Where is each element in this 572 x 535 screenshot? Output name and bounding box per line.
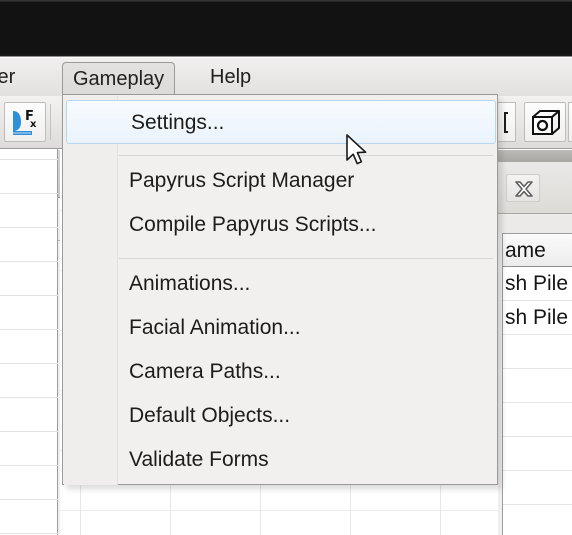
- fx-icon: F x: [10, 107, 42, 138]
- list-item[interactable]: [0, 160, 58, 194]
- menu-item-default-objects[interactable]: Default Objects...: [65, 394, 497, 438]
- list-item[interactable]: [0, 398, 58, 432]
- menubar-item-character[interactable]: cter: [0, 62, 25, 92]
- table-row[interactable]: [503, 403, 572, 437]
- menu-item-settings[interactable]: Settings...: [66, 100, 496, 144]
- list-item[interactable]: [0, 194, 58, 228]
- gameplay-dropdown-menu: Settings... Papyrus Script Manager Compi…: [62, 94, 498, 485]
- application-window: ile1 ile2 ame sh Pile s: [0, 0, 572, 535]
- menu-item-validate-forms[interactable]: Validate Forms: [65, 438, 497, 482]
- list-item[interactable]: [0, 262, 58, 296]
- menu-item-papyrus-script-manager[interactable]: Papyrus Script Manager: [65, 159, 497, 203]
- table-row[interactable]: sh Pile: [503, 301, 572, 335]
- bracket-icon: [504, 112, 508, 133]
- cube-icon: [530, 109, 562, 137]
- menu-item-animations[interactable]: Animations...: [65, 262, 497, 306]
- list-item[interactable]: [0, 466, 58, 500]
- menu-item-facial-animation[interactable]: Facial Animation...: [65, 306, 497, 350]
- render-window-button[interactable]: [524, 102, 566, 142]
- menubar-item-help[interactable]: Help: [200, 62, 261, 92]
- menu-separator: [119, 155, 493, 156]
- fx-button[interactable]: F x: [4, 102, 46, 142]
- right-panel: ame sh Pile sh Pile: [498, 150, 572, 535]
- menu-item-compile-papyrus-scripts[interactable]: Compile Papyrus Scripts...: [65, 203, 497, 247]
- table-row[interactable]: [503, 437, 572, 471]
- window-titlebar[interactable]: [0, 0, 572, 57]
- right-panel-tabarea: [498, 162, 572, 214]
- toolbar-button-partial-right[interactable]: [568, 102, 572, 142]
- table-row[interactable]: sh Pile: [503, 267, 572, 301]
- table-row[interactable]: [503, 471, 572, 505]
- table-row[interactable]: [503, 335, 572, 369]
- menu-separator: [119, 258, 493, 259]
- menu-item-camera-paths[interactable]: Camera Paths...: [65, 350, 497, 394]
- table-row[interactable]: [503, 369, 572, 403]
- column-header-name[interactable]: ame: [502, 233, 572, 267]
- table-row[interactable]: [503, 505, 572, 535]
- left-list[interactable]: ile1 ile2: [0, 92, 58, 535]
- titlebar-surface: [0, 2, 572, 54]
- svg-text:x: x: [30, 119, 37, 130]
- right-panel-gap: [498, 215, 572, 233]
- list-item[interactable]: [0, 500, 58, 534]
- close-button[interactable]: [506, 174, 540, 202]
- list-item[interactable]: [0, 228, 58, 262]
- list-item[interactable]: [0, 296, 58, 330]
- list-item[interactable]: [0, 432, 58, 466]
- menubar-item-gameplay[interactable]: Gameplay: [62, 62, 175, 96]
- right-panel-divider: [498, 150, 572, 162]
- list-item[interactable]: [0, 364, 58, 398]
- list-item[interactable]: [0, 330, 58, 364]
- right-list[interactable]: sh Pile sh Pile: [502, 267, 572, 535]
- menu-bar: cter Gameplay Help: [0, 58, 572, 96]
